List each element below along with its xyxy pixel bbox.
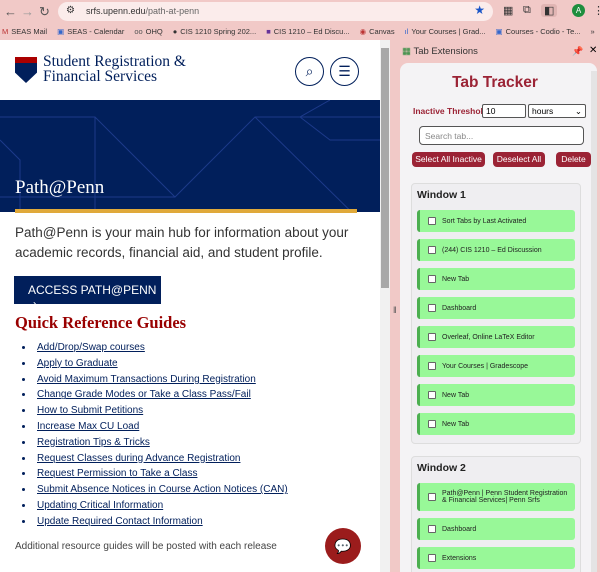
tab-checkbox[interactable]	[428, 304, 436, 312]
pin-icon[interactable]: 📌	[572, 46, 583, 57]
intro-text: Path@Penn is your main hub for informati…	[15, 225, 349, 260]
tab-tracker-extension-icon[interactable]: ▦	[503, 4, 513, 17]
hero-banner: Path@Penn	[0, 100, 380, 212]
chat-button[interactable]: 💬	[325, 528, 361, 564]
window-group: Window 2 Path@Penn | Penn Student Regist…	[411, 456, 581, 572]
extensions-icon[interactable]: ⧉	[523, 4, 531, 17]
deselect-all-button[interactable]: Deselect All	[493, 152, 545, 167]
window-group: Window 1 Sort Tabs by Last Activated (24…	[411, 183, 581, 444]
access-path-at-penn-button[interactable]: ACCESS PATH@PENN ›	[14, 276, 161, 311]
tab-checkbox[interactable]	[428, 391, 436, 399]
side-panel-icon[interactable]: ◧	[541, 4, 558, 17]
tab-item[interactable]: Dashboard	[417, 297, 575, 319]
more-bookmarks-icon[interactable]: »	[591, 27, 595, 36]
tab-item[interactable]: New Tab	[417, 384, 575, 406]
back-icon[interactable]: ←	[4, 4, 17, 19]
select-all-inactive-button[interactable]: Select All Inactive	[412, 152, 485, 167]
web-page: Student Registration & Financial Services…	[0, 40, 380, 572]
page-title: Path@Penn	[15, 177, 105, 198]
guide-links: Add/Drop/Swap courses Apply to Graduate …	[22, 342, 288, 532]
guide-link[interactable]: Update Required Contact Information	[22, 516, 288, 532]
section-title: Quick Reference Guides	[15, 313, 187, 332]
profile-avatar[interactable]: A	[572, 4, 585, 17]
forward-icon[interactable]: →	[21, 4, 34, 19]
guide-link[interactable]: Change Grade Modes or Take a Class Pass/…	[22, 389, 288, 405]
penn-shield-logo	[15, 57, 37, 83]
tab-checkbox[interactable]	[428, 493, 436, 501]
page-scrollbar[interactable]	[380, 40, 390, 572]
side-panel-resize-handle[interactable]: ‖	[393, 305, 397, 315]
bookmark[interactable]: ■ CIS 1210 – Ed Discu...	[266, 27, 349, 36]
threshold-unit-select[interactable]: hours ⌄	[528, 104, 586, 118]
guide-link[interactable]: Avoid Maximum Transactions During Regist…	[22, 374, 288, 390]
bookmark[interactable]: ▣ SEAS - Calendar	[57, 27, 124, 36]
reload-icon[interactable]: ↻	[39, 4, 50, 20]
menu-button[interactable]: ☰	[330, 57, 359, 86]
delete-button[interactable]: Delete	[556, 152, 591, 167]
tab-checkbox[interactable]	[428, 554, 436, 562]
guide-link[interactable]: Registration Tips & Tricks	[22, 437, 288, 453]
gold-accent-bar	[15, 209, 357, 213]
tab-item[interactable]: Path@Penn | Penn Student Registration & …	[417, 483, 575, 511]
tab-item[interactable]: New Tab	[417, 413, 575, 435]
menu-icon[interactable]: ⋮	[593, 4, 600, 17]
tab-checkbox[interactable]	[428, 246, 436, 254]
tab-tracker-panel: Tab Tracker Inactive Threshold: 10 hours…	[400, 63, 597, 572]
hamburger-icon: ☰	[338, 63, 351, 79]
window-title: Window 1	[417, 189, 466, 201]
threshold-label: Inactive Threshold:	[413, 106, 491, 116]
tab-checkbox[interactable]	[428, 362, 436, 370]
footer-note: Additional resource guides will be poste…	[15, 541, 277, 552]
browser-toolbar: ← → ↻ ⚙ srfs.upenn.edu/path-at-penn ★ ▦ …	[0, 0, 600, 22]
close-icon[interactable]: ✕	[589, 45, 597, 56]
side-panel-header: ▦ Tab Extensions	[402, 46, 478, 57]
chat-icon: 💬	[334, 538, 352, 554]
guide-link[interactable]: Apply to Graduate	[22, 358, 288, 374]
tab-checkbox[interactable]	[428, 275, 436, 283]
guide-link[interactable]: Request Permission to Take a Class	[22, 468, 288, 484]
chevron-right-icon: ›	[33, 297, 37, 311]
guide-link[interactable]: Increase Max CU Load	[22, 421, 288, 437]
panel-title: Tab Tracker	[452, 74, 538, 91]
bookmark[interactable]: ◉ Canvas	[360, 27, 395, 36]
guide-link[interactable]: How to Submit Petitions	[22, 405, 288, 421]
guide-link[interactable]: Request Classes during Advance Registrat…	[22, 453, 288, 469]
tab-checkbox[interactable]	[428, 333, 436, 341]
threshold-input[interactable]: 10	[482, 104, 526, 118]
tab-checkbox[interactable]	[428, 525, 436, 533]
site-info-icon[interactable]: ⚙	[66, 5, 75, 16]
bookmark[interactable]: oo OHQ	[134, 27, 162, 36]
bookmark[interactable]: ▣ Courses - Codio - Te...	[496, 27, 581, 36]
tab-checkbox[interactable]	[428, 217, 436, 225]
tab-checkbox[interactable]	[428, 420, 436, 428]
search-button[interactable]: ⌕	[295, 57, 324, 86]
site-brand[interactable]: Student Registration & Financial Services	[43, 54, 186, 85]
search-tab-input[interactable]: Search tab...	[419, 126, 584, 145]
chevron-down-icon: ⌄	[574, 106, 582, 116]
tab-item[interactable]: Overleaf, Online LaTeX Editor	[417, 326, 575, 348]
window-title: Window 2	[417, 462, 466, 474]
tab-item[interactable]: Extensions	[417, 547, 575, 569]
search-icon: ⌕	[305, 63, 314, 79]
tab-item[interactable]: New Tab	[417, 268, 575, 290]
tab-item[interactable]: Dashboard	[417, 518, 575, 540]
guide-link[interactable]: Updating Critical Information	[22, 500, 288, 516]
guide-link[interactable]: Submit Absence Notices in Course Action …	[22, 484, 288, 500]
bookmarks-bar: M SEAS Mail ▣ SEAS - Calendar oo OHQ ● CIS 1…	[0, 22, 600, 40]
tab-item[interactable]: Your Courses | Gradescope	[417, 355, 575, 377]
bookmark[interactable]: ıl Your Courses | Grad...	[405, 27, 486, 36]
guide-link[interactable]: Add/Drop/Swap courses	[22, 342, 288, 358]
bookmark[interactable]: ● CIS 1210 Spring 202...	[173, 27, 256, 36]
extension-icon: ▦	[402, 46, 411, 57]
tab-item[interactable]: (244) CIS 1210 – Ed Discussion	[417, 239, 575, 261]
tab-item[interactable]: Sort Tabs by Last Activated	[417, 210, 575, 232]
bookmark[interactable]: M SEAS Mail	[2, 27, 47, 36]
bookmark-star-icon[interactable]: ★	[474, 3, 485, 17]
panel-scrollbar[interactable]	[591, 71, 597, 572]
address-bar[interactable]: ⚙ srfs.upenn.edu/path-at-penn ★	[58, 2, 493, 21]
